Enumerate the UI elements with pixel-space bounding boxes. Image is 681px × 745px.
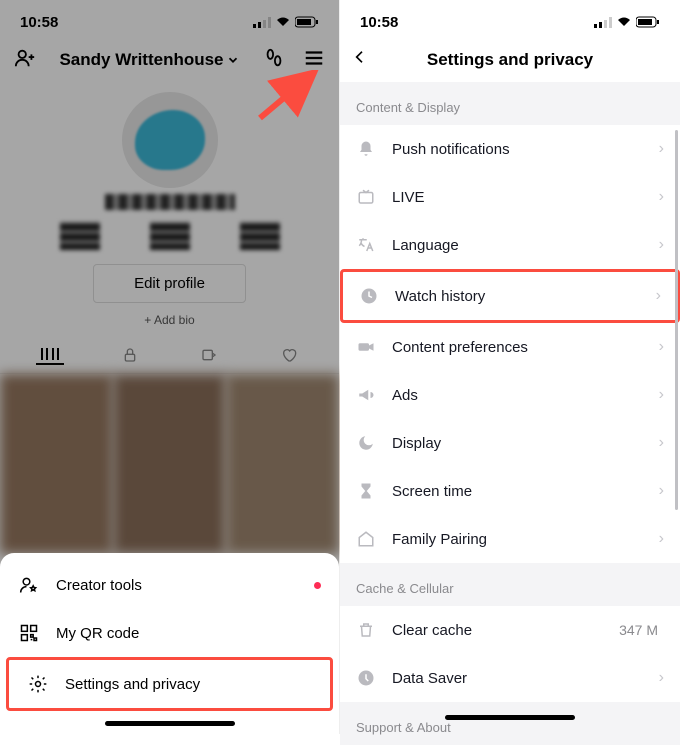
chevron-right-icon: › — [659, 669, 664, 687]
chevron-right-icon: › — [659, 140, 664, 158]
scroll-indicator — [675, 130, 678, 510]
tab-repost-icon[interactable] — [195, 345, 223, 365]
hamburger-menu-icon[interactable] — [303, 47, 325, 74]
qr-icon — [18, 623, 40, 643]
home-indicator — [445, 715, 575, 720]
cache-size: 347 M — [619, 622, 658, 638]
page-title: Settings and privacy — [427, 50, 593, 70]
moon-icon — [356, 434, 376, 452]
home-icon — [356, 530, 376, 548]
live-icon — [356, 188, 376, 206]
add-friend-icon[interactable] — [14, 47, 36, 74]
settings-content-preferences[interactable]: Content preferences › — [340, 323, 680, 371]
add-bio-button[interactable]: + Add bio — [0, 313, 339, 327]
sheet-creator-tools[interactable]: Creator tools — [0, 561, 339, 609]
hourglass-icon — [356, 482, 376, 500]
bottom-sheet: Creator tools My QR code Settings and pr… — [0, 553, 339, 734]
settings-clear-cache[interactable]: Clear cache 347 M — [340, 606, 680, 654]
edit-profile-button[interactable]: Edit profile — [93, 264, 246, 303]
settings-data-saver[interactable]: Data Saver › — [340, 654, 680, 702]
tab-liked-icon[interactable] — [275, 345, 303, 365]
language-icon — [356, 236, 376, 254]
profile-stats — [0, 222, 339, 250]
settings-display[interactable]: Display › — [340, 419, 680, 467]
section-content-display: Content & Display — [340, 82, 680, 125]
chevron-right-icon: › — [659, 236, 664, 254]
back-button[interactable] — [352, 47, 368, 73]
person-star-icon — [18, 575, 40, 595]
gear-icon — [27, 674, 49, 694]
tab-grid-icon[interactable] — [36, 345, 64, 365]
data-icon — [356, 669, 376, 687]
chevron-right-icon: › — [659, 188, 664, 206]
settings-screen-time[interactable]: Screen time › — [340, 467, 680, 515]
status-time: 10:58 — [20, 14, 58, 31]
status-indicators — [594, 16, 660, 28]
home-indicator — [105, 721, 235, 726]
clock-icon — [359, 287, 379, 305]
footsteps-icon[interactable] — [263, 47, 285, 74]
username — [105, 194, 235, 210]
settings-live[interactable]: LIVE › — [340, 173, 680, 221]
section-cache-cellular: Cache & Cellular — [340, 563, 680, 606]
chevron-right-icon: › — [659, 434, 664, 452]
sheet-settings-privacy[interactable]: Settings and privacy — [6, 657, 333, 711]
megaphone-icon — [356, 386, 376, 404]
tab-lock-icon[interactable] — [116, 345, 144, 365]
status-indicators — [253, 16, 319, 28]
trash-icon — [356, 621, 376, 639]
sheet-item-label: My QR code — [56, 625, 139, 642]
settings-language[interactable]: Language › — [340, 221, 680, 269]
settings-ads[interactable]: Ads › — [340, 371, 680, 419]
bell-icon — [356, 140, 376, 158]
chevron-right-icon: › — [659, 386, 664, 404]
sheet-qr-code[interactable]: My QR code — [0, 609, 339, 657]
settings-push-notifications[interactable]: Push notifications › — [340, 125, 680, 173]
status-time: 10:58 — [360, 14, 398, 31]
video-icon — [356, 338, 376, 356]
notification-dot — [314, 582, 321, 589]
chevron-right-icon: › — [656, 287, 661, 305]
sheet-item-label: Creator tools — [56, 577, 142, 594]
section-support-about: Support & About — [340, 702, 680, 745]
settings-family-pairing[interactable]: Family Pairing › — [340, 515, 680, 563]
chevron-right-icon: › — [659, 338, 664, 356]
settings-watch-history[interactable]: Watch history › — [340, 269, 680, 323]
chevron-right-icon: › — [659, 530, 664, 548]
profile-name-dropdown[interactable]: Sandy Writtenhouse — [59, 50, 239, 70]
sheet-item-label: Settings and privacy — [65, 676, 200, 693]
video-grid[interactable] — [0, 374, 339, 554]
chevron-right-icon: › — [659, 482, 664, 500]
avatar[interactable] — [122, 92, 218, 188]
